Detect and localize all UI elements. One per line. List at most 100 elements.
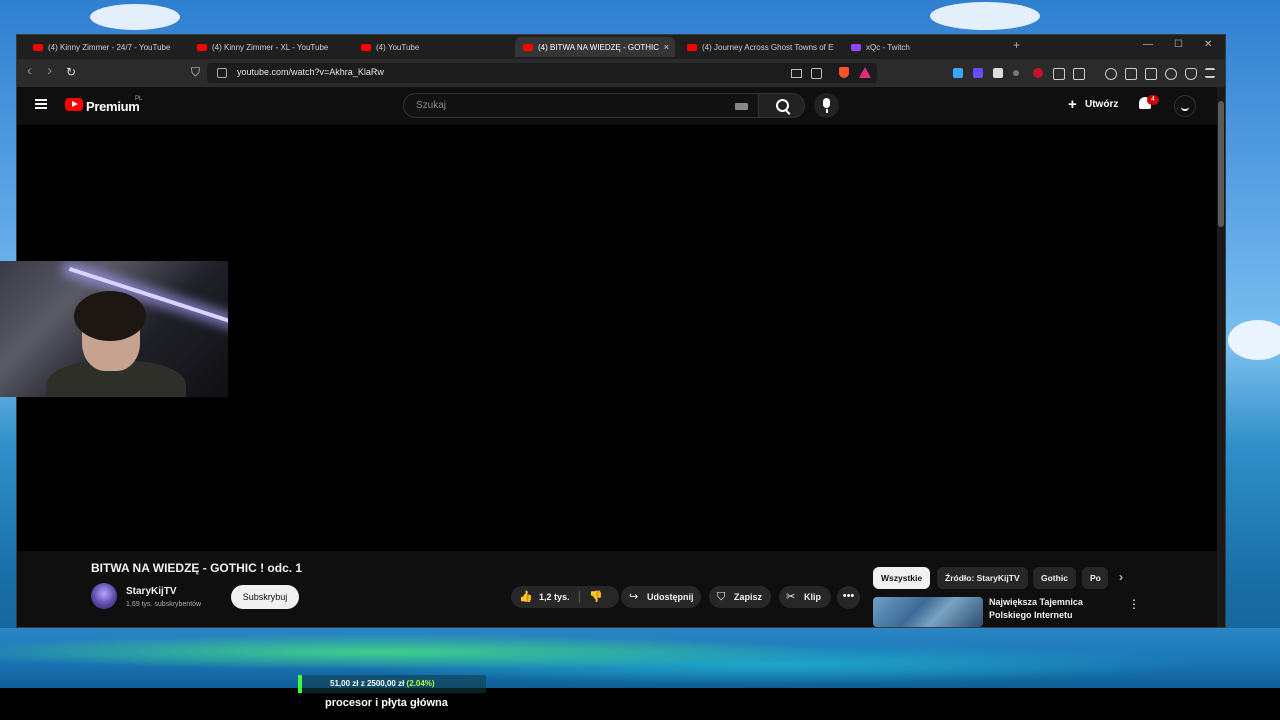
search-button[interactable] — [759, 93, 805, 118]
wallet-icon[interactable] — [1145, 68, 1157, 80]
youtube-icon — [523, 43, 533, 51]
microphone-icon — [823, 98, 830, 113]
donation-goal-fill — [298, 675, 302, 693]
bookmark-icon: ⛉ — [717, 591, 726, 603]
tab-label: (4) BITWA NA WIEDZĘ - GOTHIC — [538, 42, 660, 52]
back-icon[interactable]: ‹ — [27, 62, 32, 79]
subscriber-count: 1,69 tys. subskrybentów — [126, 601, 202, 608]
webcam-overlay — [0, 261, 228, 397]
save-label: Zapisz — [734, 592, 763, 602]
twitch-icon — [851, 43, 861, 51]
goal-percent: (2.04%) — [406, 679, 435, 688]
search-input[interactable]: Szukaj — [403, 93, 759, 118]
vpn-icon[interactable] — [1185, 68, 1197, 80]
page-scrollbar[interactable] — [1217, 87, 1225, 627]
close-window-icon[interactable]: ✕ — [1204, 39, 1212, 50]
url-field[interactable]: youtube.com/watch?v=Akhra_KlaRw — [207, 63, 877, 83]
recommendation-menu-icon[interactable]: ⋮ — [1128, 597, 1140, 611]
like-icon: 👍 — [519, 591, 533, 603]
hamburger-menu-icon[interactable] — [35, 99, 47, 109]
forward-icon[interactable]: › — [47, 62, 52, 79]
create-button[interactable]: Utwórz — [1085, 99, 1118, 110]
background-cloud — [1228, 320, 1280, 360]
scissors-icon: ✂ — [786, 591, 796, 603]
tab-label: xQc - Twitch — [866, 42, 910, 52]
new-tab-button[interactable]: + — [1013, 38, 1020, 52]
reload-icon[interactable]: ↻ — [66, 65, 76, 79]
voice-search-button[interactable] — [814, 93, 839, 118]
chevron-right-icon[interactable]: › — [1119, 570, 1123, 584]
plus-icon: + — [1068, 96, 1077, 113]
subscribe-button[interactable]: Subskrybuj — [231, 585, 299, 609]
like-dislike-group: 👍 1,2 tys. 👎 — [511, 586, 619, 608]
region-code: PL — [135, 96, 143, 102]
extension-icon[interactable] — [973, 68, 983, 78]
channel-avatar[interactable] — [91, 583, 117, 609]
chip-all[interactable]: Wszystkie — [873, 567, 931, 589]
youtube-icon — [33, 43, 43, 51]
tab[interactable]: (4) Kinny Zimmer - 24/7 - YouTube — [25, 37, 185, 57]
scrollbar-thumb[interactable] — [1218, 101, 1224, 227]
brand-label[interactable]: Premium — [86, 99, 140, 114]
music-icon[interactable] — [1105, 68, 1117, 80]
video-info: BITWA NA WIEDZĘ - GOTHIC ! odc. 1 StaryK… — [17, 551, 1225, 627]
tab[interactable]: xQc - Twitch — [843, 37, 983, 57]
recommendation-thumbnail[interactable] — [873, 597, 983, 627]
maximize-icon[interactable]: ☐ — [1174, 39, 1183, 50]
extension-icon[interactable] — [993, 68, 1003, 78]
tab[interactable]: (4) YouTube — [353, 37, 513, 57]
keyboard-icon[interactable] — [735, 103, 748, 110]
chip-source[interactable]: Źródło: StaryKijTV — [937, 567, 1028, 589]
save-button[interactable]: ⛉ Zapisz — [709, 586, 771, 608]
sidebar-icon[interactable] — [1125, 68, 1137, 80]
youtube-header: Premium PL Szukaj + Utwórz 4 — [17, 87, 1225, 125]
chip-gothic[interactable]: Gothic — [1033, 567, 1076, 589]
goal-current: 51,00 zł — [330, 679, 359, 688]
share-page-icon[interactable] — [811, 68, 822, 79]
like-button[interactable]: 1,2 tys. — [539, 586, 570, 608]
tab-label: (4) Kinny Zimmer - XL - YouTube — [212, 42, 329, 52]
extension-icon[interactable] — [953, 68, 963, 78]
tab[interactable]: (4) Kinny Zimmer - XL - YouTube — [189, 37, 349, 57]
share-icon: ↪ — [629, 591, 639, 603]
channel-name[interactable]: StaryKijTV — [126, 586, 177, 597]
close-tab-icon[interactable]: × — [664, 42, 669, 52]
background-cloud — [930, 2, 1040, 30]
tab-label: (4) YouTube — [376, 42, 420, 52]
clip-label: Klip — [804, 592, 821, 602]
extension-icon[interactable] — [1013, 70, 1019, 76]
leo-ai-icon[interactable] — [1165, 68, 1177, 80]
background-water — [0, 628, 1280, 688]
tab-active[interactable]: (4) BITWA NA WIEDZĘ - GOTHIC × — [515, 37, 675, 57]
more-actions-button[interactable]: ••• — [837, 586, 860, 609]
clip-button[interactable]: ✂ Klip — [779, 586, 831, 608]
browser-menu-icon[interactable] — [1205, 68, 1215, 78]
share-button[interactable]: ↪ Udostępnij — [621, 586, 701, 608]
dislike-icon[interactable]: 👎 — [589, 586, 603, 608]
recommendation-title[interactable]: Największa Tajemnica Polskiego Internetu — [989, 596, 1109, 622]
brave-shield-icon[interactable] — [839, 67, 849, 78]
tab[interactable]: (4) Journey Across Ghost Towns of Ea — [679, 37, 834, 57]
chip-partial[interactable]: Po — [1082, 567, 1108, 589]
address-bar: ‹ › ↻ ⛉ youtube.com/watch?v=Akhra_KlaRw — [17, 59, 1225, 87]
stream-overlay-bar — [0, 688, 1280, 720]
extension-icon[interactable] — [1033, 68, 1043, 78]
minimize-icon[interactable]: — — [1143, 39, 1153, 50]
youtube-icon — [361, 43, 371, 51]
donation-goal-text: 51,00 zł z 2500,00 zł (2.04%) — [330, 679, 435, 688]
bookmark-icon[interactable]: ⛉ — [191, 65, 200, 80]
site-info-icon[interactable] — [217, 68, 227, 78]
streamer-hair — [74, 291, 146, 341]
donation-goal-description: procesor i płyta główna — [325, 697, 448, 709]
tab-bar: (4) Kinny Zimmer - 24/7 - YouTube (4) Ki… — [17, 35, 1225, 59]
cast-icon[interactable] — [791, 69, 802, 78]
account-avatar[interactable] — [1174, 95, 1196, 117]
youtube-logo-icon[interactable] — [65, 98, 83, 111]
screenshot-icon[interactable] — [1073, 68, 1085, 80]
youtube-icon — [197, 43, 207, 51]
youtube-icon — [687, 43, 697, 51]
brave-rewards-icon[interactable] — [859, 67, 871, 78]
puzzle-icon[interactable] — [1053, 68, 1065, 80]
share-label: Udostępnij — [647, 592, 694, 602]
tab-label: (4) Journey Across Ghost Towns of Ea — [702, 42, 834, 52]
